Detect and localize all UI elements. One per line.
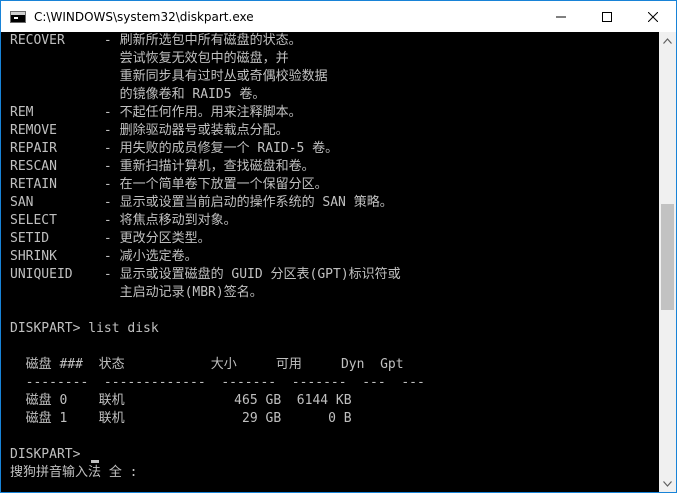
maximize-icon — [602, 11, 612, 22]
chevron-up-icon — [663, 37, 672, 44]
console-line: RESCAN - 重新扫描计算机，查找磁盘和卷。 — [10, 159, 315, 174]
disk-table-divider: -------- ------------- ------- ------- -… — [10, 375, 425, 390]
prompt-line: DISKPART> — [10, 447, 89, 462]
ime-status-bar[interactable]: 搜狗拼音输入法 全 : — [10, 464, 137, 482]
disk-table-row: 磁盘 0 联机 465 GB 6144 KB — [10, 393, 352, 408]
close-icon — [648, 11, 658, 22]
scroll-up-button[interactable] — [659, 32, 676, 49]
maximize-button[interactable] — [584, 1, 630, 32]
console-line: 尝试恢复无效包中的磁盘，并 — [10, 51, 289, 66]
minimize-icon — [556, 16, 566, 17]
console-line: 主启动记录(MBR)签名。 — [10, 285, 263, 300]
close-button[interactable] — [630, 1, 676, 32]
console-line: UNIQUEID - 显示或设置磁盘的 GUID 分区表(GPT)标识符或 — [10, 267, 401, 282]
console-line: 重新同步具有过时丛或奇偶校验数据 — [10, 69, 328, 84]
scrollbar-thumb[interactable] — [661, 204, 674, 310]
disk-table-header: 磁盘 ### 状态 大小 可用 Dyn Gpt — [10, 357, 404, 372]
console-window: C:\WINDOWS\system32\diskpart.exe RECOVER… — [0, 0, 677, 493]
console-line: RECOVER - 刷新所选包中所有磁盘的状态。 — [10, 33, 302, 48]
chevron-down-icon — [663, 480, 672, 487]
console-line: 的镜像卷和 RAID5 卷。 — [10, 87, 266, 102]
console-line: SETID - 更改分区类型。 — [10, 231, 211, 246]
console-line: SHRINK - 减小选定卷。 — [10, 249, 198, 264]
vertical-scrollbar[interactable] — [659, 32, 676, 492]
console-line: REM - 不起任何作用。用来注释脚本。 — [10, 105, 302, 120]
console-output[interactable]: RECOVER - 刷新所选包中所有磁盘的状态。 尝试恢复无效包中的磁盘，并 重… — [1, 32, 659, 492]
console-line: SELECT - 将焦点移动到对象。 — [10, 213, 237, 228]
command-line: DISKPART> list disk — [10, 321, 159, 336]
scroll-down-button[interactable] — [659, 475, 676, 492]
console-app-icon[interactable] — [10, 10, 26, 23]
minimize-button[interactable] — [538, 1, 584, 32]
window-controls — [538, 1, 676, 32]
console-line: RETAIN - 在一个简单卷下放置一个保留分区。 — [10, 177, 328, 192]
disk-table-row: 磁盘 1 联机 29 GB 0 B — [10, 411, 352, 426]
console-line: SAN - 显示或设置当前启动的操作系统的 SAN 策略。 — [10, 195, 393, 210]
console-line: REMOVE - 删除驱动器号或装载点分配。 — [10, 123, 289, 138]
console-line: REPAIR - 用失败的成员修复一个 RAID-5 卷。 — [10, 141, 339, 156]
text-cursor — [91, 460, 99, 463]
window-title: C:\WINDOWS\system32\diskpart.exe — [34, 9, 254, 24]
title-bar[interactable]: C:\WINDOWS\system32\diskpart.exe — [1, 1, 676, 32]
